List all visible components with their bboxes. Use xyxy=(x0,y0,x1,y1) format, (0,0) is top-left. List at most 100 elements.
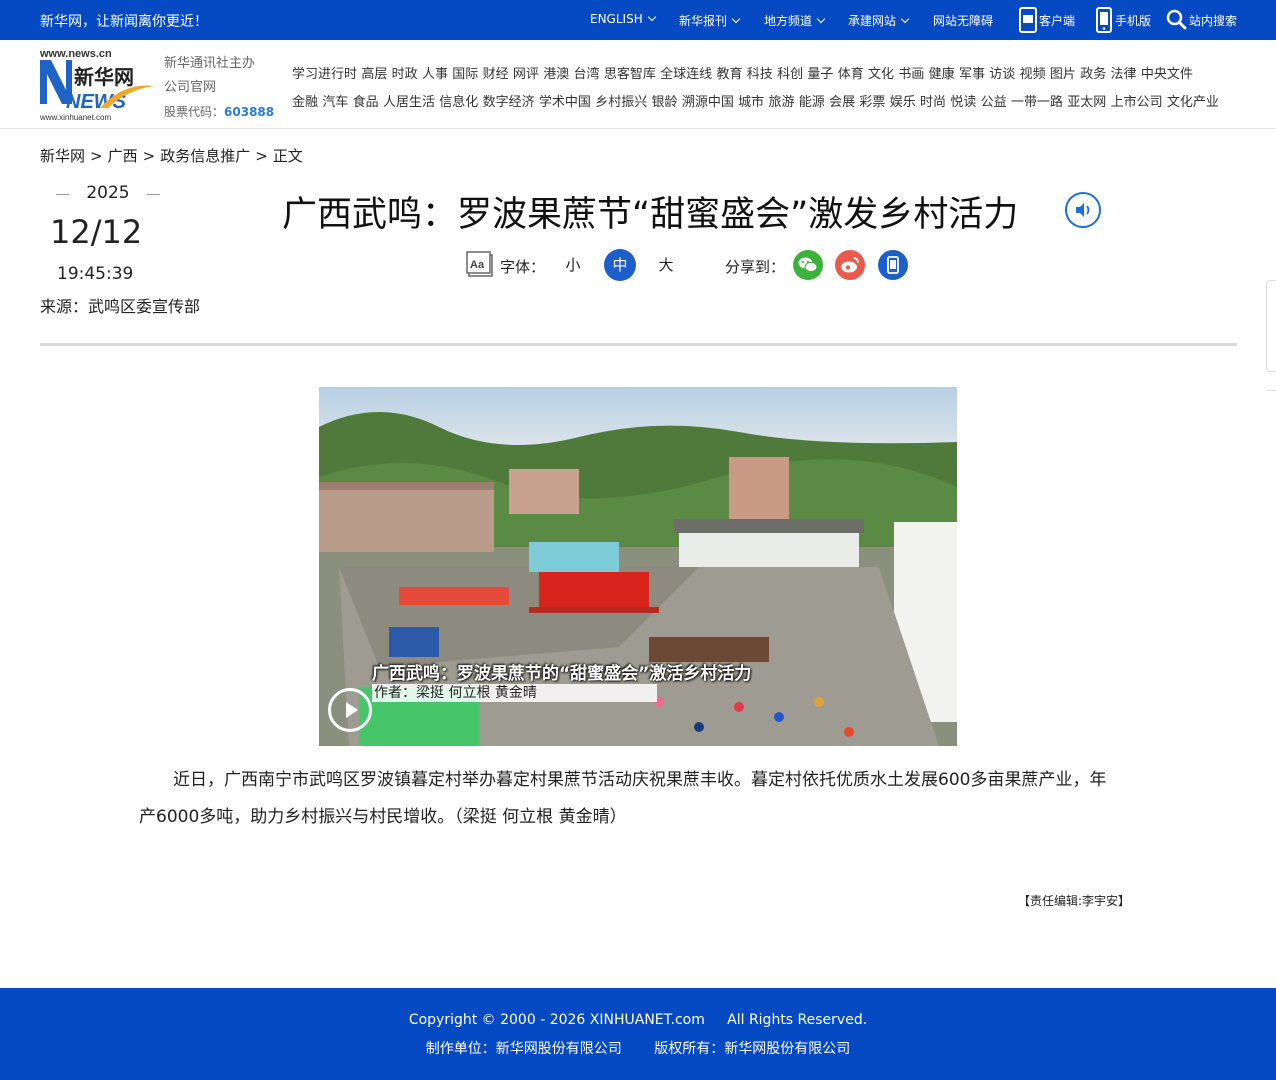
mobile-phone-icon[interactable] xyxy=(1096,7,1112,33)
breadcrumb-separator: > xyxy=(90,147,103,165)
share-weibo-button[interactable] xyxy=(835,250,865,280)
channel-nav-item[interactable]: 图片 xyxy=(1050,67,1076,82)
channel-nav-item[interactable]: 访谈 xyxy=(989,67,1015,82)
publications-menu[interactable]: 新华报刊 xyxy=(679,12,741,29)
channel-nav-item[interactable]: 视频 xyxy=(1020,67,1046,82)
channel-nav-item[interactable]: 悦读 xyxy=(950,95,976,110)
share-wechat-button[interactable] xyxy=(793,250,823,280)
channel-nav-item[interactable]: 政务 xyxy=(1080,67,1106,82)
share-mobile-button[interactable] xyxy=(878,250,908,280)
mobile-share-icon xyxy=(887,256,899,274)
channel-nav-item[interactable]: 量子 xyxy=(807,67,833,82)
breadcrumb-guangxi[interactable]: 广西 xyxy=(108,147,138,165)
channel-nav-item[interactable]: 人居生活 xyxy=(383,95,435,110)
channel-nav-item[interactable]: 文化产业 xyxy=(1167,95,1219,110)
font-small-button[interactable]: 小 xyxy=(557,249,589,281)
channel-nav-item[interactable]: 人事 xyxy=(422,67,448,82)
channel-nav-item[interactable]: 健康 xyxy=(929,67,955,82)
publish-time: 19:45:39 xyxy=(57,264,134,284)
rights-info: 版权所有：新华网股份有限公司 xyxy=(654,1041,851,1057)
channel-nav-item[interactable]: 银龄 xyxy=(652,95,678,110)
accessibility-link[interactable]: 网站无障碍 xyxy=(933,12,993,29)
side-float-tab[interactable] xyxy=(1266,280,1276,372)
construction-sites-label: 承建网站 xyxy=(848,14,897,28)
channel-nav-item[interactable]: 上市公司 xyxy=(1111,95,1163,110)
breadcrumb-home[interactable]: 新华网 xyxy=(40,147,85,165)
channel-nav-item[interactable]: 书画 xyxy=(898,67,924,82)
channel-nav-item[interactable]: 中央文件 xyxy=(1141,67,1193,82)
channel-nav-item[interactable]: 全球连线 xyxy=(660,67,712,82)
channel-nav-item[interactable]: 学习进行时 xyxy=(292,67,357,82)
play-button[interactable] xyxy=(328,688,372,732)
client-link[interactable]: 客户端 xyxy=(1039,12,1075,29)
breadcrumb-section[interactable]: 政务信息推广 xyxy=(160,147,250,165)
construction-sites-menu[interactable]: 承建网站 xyxy=(848,12,910,29)
chevron-down-icon xyxy=(647,12,656,22)
xinhua-logo[interactable]: www.news.cn 新华网 NEWS www.xinhuanet.com xyxy=(38,46,156,124)
channel-nav-item[interactable]: 城市 xyxy=(738,95,764,110)
producer-info: 制作单位：新华网股份有限公司 xyxy=(425,1041,622,1057)
stock-row: 股票代码：603888 xyxy=(164,100,274,124)
channel-nav-item[interactable]: 高层 xyxy=(361,67,387,82)
channel-nav-item[interactable]: 亚太网 xyxy=(1067,95,1106,110)
channel-nav-item[interactable]: 时尚 xyxy=(920,95,946,110)
channel-nav-item[interactable]: 一带一路 xyxy=(1011,95,1063,110)
client-app-icon[interactable] xyxy=(1019,7,1037,33)
site-search-link[interactable]: 站内搜索 xyxy=(1189,12,1237,29)
channel-nav-item[interactable]: 思客智库 xyxy=(604,67,656,82)
publish-year: 2025 xyxy=(56,183,160,203)
channel-nav-item[interactable]: 教育 xyxy=(716,67,742,82)
org-info: 新华通讯社主办 公司官网 股票代码：603888 xyxy=(164,52,274,124)
channel-nav-item[interactable]: 金融 xyxy=(292,95,318,110)
channel-nav-row-1: 学习进行时 高层 时政 人事 国际 财经 网评 港澳 台湾 思客智库 全球连线 教育 科技 科创 量子 体育文… xyxy=(292,63,1197,82)
side-float-tab-lower[interactable] xyxy=(1266,390,1276,420)
breadcrumb: 新华网 > 广西 > 政务信息推广 > 正文 xyxy=(40,145,303,166)
article-title: 广西武鸣：罗波果蔗节“甜蜜盛会”激发乡村活力 xyxy=(282,195,1019,235)
font-medium-button[interactable]: 中 xyxy=(604,249,636,281)
channel-nav-item[interactable]: 国际 xyxy=(452,67,478,82)
channel-nav-item[interactable]: 娱乐 xyxy=(890,95,916,110)
channel-nav-item[interactable]: 乡村振兴 xyxy=(595,95,647,110)
breadcrumb-separator: > xyxy=(255,147,268,165)
font-size-icon: Aa xyxy=(466,251,493,277)
channel-nav-item[interactable]: 军事 xyxy=(959,67,985,82)
channel-nav-item[interactable]: 旅游 xyxy=(768,95,794,110)
channel-nav-item[interactable]: 台湾 xyxy=(574,67,600,82)
stock-code[interactable]: 603888 xyxy=(224,105,274,119)
channel-nav-item[interactable]: 能源 xyxy=(799,95,825,110)
channel-nav-item[interactable]: 数字经济 xyxy=(483,95,535,110)
channel-nav-item[interactable]: 网评 xyxy=(513,67,539,82)
site-slogan: 新华网，让新闻离你更近！ xyxy=(40,14,208,30)
wechat-icon xyxy=(798,257,818,273)
channel-nav-item[interactable]: 文化 xyxy=(868,67,894,82)
footer-info: 制作单位：新华网股份有限公司 版权所有：新华网股份有限公司 xyxy=(0,1038,1276,1058)
mobile-version-link[interactable]: 手机版 xyxy=(1115,12,1151,29)
channel-nav-item[interactable]: 学术中国 xyxy=(539,95,591,110)
video-caption: 广西武鸣：罗波果蔗节的“甜蜜盛会”激活乡村活力 xyxy=(372,664,752,684)
channel-nav-item[interactable]: 汽车 xyxy=(322,95,348,110)
local-channels-menu[interactable]: 地方频道 xyxy=(764,12,826,29)
channel-nav-item[interactable]: 信息化 xyxy=(439,95,478,110)
channel-nav-item[interactable]: 时政 xyxy=(392,67,418,82)
channel-nav-item[interactable]: 体育 xyxy=(838,67,864,82)
font-large-button[interactable]: 大 xyxy=(650,249,682,281)
channel-nav-item[interactable]: 财经 xyxy=(483,67,509,82)
channel-nav-item[interactable]: 溯源中国 xyxy=(682,95,734,110)
channel-nav-item[interactable]: 法律 xyxy=(1111,67,1137,82)
search-icon[interactable] xyxy=(1166,9,1187,30)
audio-icon xyxy=(1076,203,1090,217)
article-video[interactable]: 广西武鸣：罗波果蔗节的“甜蜜盛会”激活乡村活力 作者：梁挺 何立根 黄金晴 xyxy=(319,387,957,746)
logo-sub: www.xinhuanet.com xyxy=(39,113,111,122)
channel-nav-item[interactable]: 科创 xyxy=(777,67,803,82)
channel-nav-item[interactable]: 科技 xyxy=(747,67,773,82)
audio-button[interactable] xyxy=(1065,192,1101,228)
english-link[interactable]: ENGLISH xyxy=(590,12,656,26)
channel-nav-item[interactable]: 食品 xyxy=(353,95,379,110)
channel-nav-item[interactable]: 港澳 xyxy=(543,67,569,82)
chevron-down-icon xyxy=(900,14,910,24)
channel-nav-item[interactable]: 彩票 xyxy=(859,95,885,110)
channel-nav-item[interactable]: 公益 xyxy=(981,95,1007,110)
publications-label: 新华报刊 xyxy=(679,14,728,28)
org-line-1: 新华通讯社主办 xyxy=(164,56,256,71)
channel-nav-item[interactable]: 会展 xyxy=(829,95,855,110)
